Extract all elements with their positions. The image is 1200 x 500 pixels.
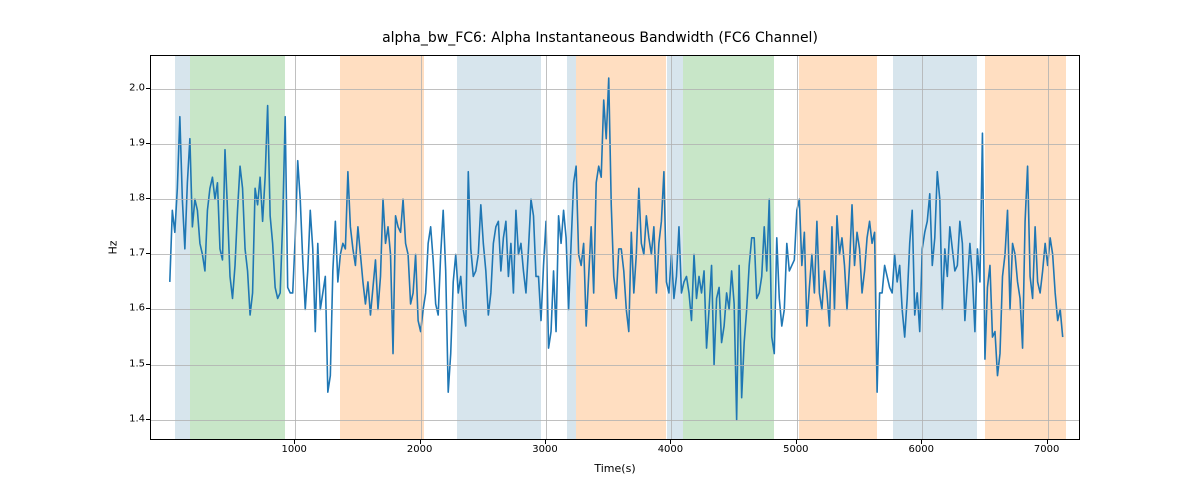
- x-tick-mark: [670, 440, 671, 444]
- gridline-vertical: [1048, 56, 1049, 439]
- gridline-horizontal: [151, 199, 1079, 200]
- line-svg: [151, 56, 1079, 439]
- gridline-horizontal: [151, 254, 1079, 255]
- data-line: [170, 78, 1063, 420]
- x-tick-mark: [545, 440, 546, 444]
- figure: alpha_bw_FC6: Alpha Instantaneous Bandwi…: [0, 0, 1200, 500]
- y-tick-mark: [146, 308, 150, 309]
- y-tick-label: 1.7: [120, 248, 145, 259]
- x-tick-label: 6000: [891, 444, 951, 455]
- gridline-vertical: [295, 56, 296, 439]
- gridline-horizontal: [151, 365, 1079, 366]
- y-tick-mark: [146, 143, 150, 144]
- gridline-vertical: [421, 56, 422, 439]
- y-tick-mark: [146, 88, 150, 89]
- y-tick-label: 1.9: [120, 138, 145, 149]
- y-tick-mark: [146, 364, 150, 365]
- y-tick-label: 1.8: [120, 193, 145, 204]
- y-tick-label: 2.0: [120, 83, 145, 94]
- gridline-vertical: [546, 56, 547, 439]
- x-tick-label: 3000: [515, 444, 575, 455]
- gridline-horizontal: [151, 144, 1079, 145]
- x-tick-mark: [921, 440, 922, 444]
- x-tick-label: 1000: [264, 444, 324, 455]
- gridline-horizontal: [151, 420, 1079, 421]
- y-tick-label: 1.4: [120, 413, 145, 424]
- gridline-horizontal: [151, 309, 1079, 310]
- x-axis-label: Time(s): [150, 462, 1080, 475]
- y-tick-label: 1.6: [120, 303, 145, 314]
- y-tick-mark: [146, 253, 150, 254]
- y-tick-mark: [146, 198, 150, 199]
- gridline-horizontal: [151, 89, 1079, 90]
- y-tick-label: 1.5: [120, 358, 145, 369]
- x-tick-label: 4000: [640, 444, 700, 455]
- x-tick-mark: [796, 440, 797, 444]
- chart-title: alpha_bw_FC6: Alpha Instantaneous Bandwi…: [0, 30, 1200, 46]
- y-axis-label-text: Hz: [106, 240, 119, 254]
- x-tick-mark: [294, 440, 295, 444]
- plot-area: [150, 55, 1080, 440]
- x-tick-label: 5000: [766, 444, 826, 455]
- y-tick-mark: [146, 419, 150, 420]
- x-tick-label: 2000: [390, 444, 450, 455]
- x-tick-mark: [1047, 440, 1048, 444]
- x-tick-label: 7000: [1017, 444, 1077, 455]
- x-tick-mark: [420, 440, 421, 444]
- gridline-vertical: [671, 56, 672, 439]
- gridline-vertical: [797, 56, 798, 439]
- gridline-vertical: [922, 56, 923, 439]
- y-axis-label: Hz: [105, 55, 121, 440]
